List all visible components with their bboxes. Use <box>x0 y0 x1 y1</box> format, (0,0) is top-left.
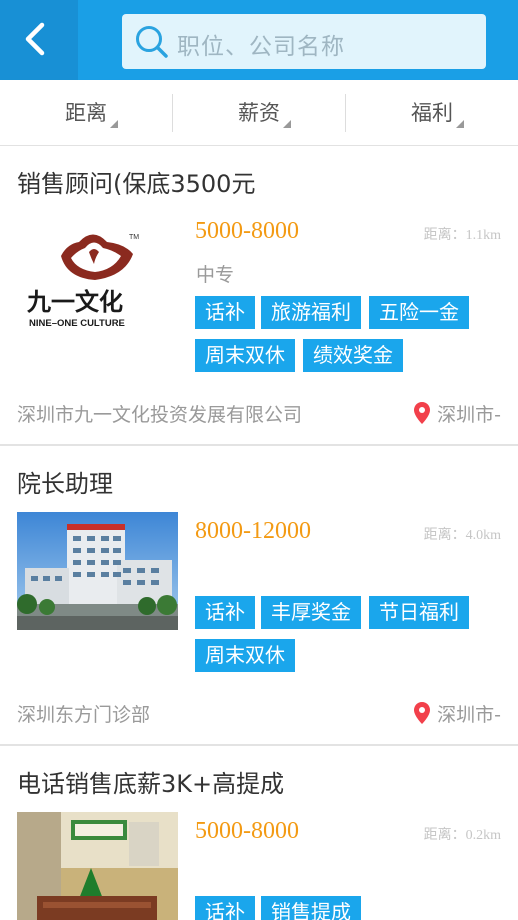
benefit-tag: 周末双休 <box>195 639 295 672</box>
benefit-tag: 节日福利 <box>369 596 469 629</box>
back-button[interactable] <box>0 0 78 80</box>
company-logo: TM 九一文化 NINE–ONE CULTURE <box>17 224 178 342</box>
location: 深圳市- <box>414 400 501 427</box>
company-photo <box>17 812 178 920</box>
job-listing[interactable]: 电话销售底薪3K+高提成 5000-8000 距离：0.2km 话补 销售提成 <box>0 746 518 920</box>
svg-text:九一文化: 九一文化 <box>26 288 123 316</box>
benefit-tag: 五险一金 <box>369 296 469 329</box>
svg-text:TM: TM <box>129 234 139 241</box>
dropdown-triangle-icon <box>110 120 118 128</box>
location-text: 深圳市- <box>437 704 501 726</box>
location-pin-icon <box>414 702 431 724</box>
location-text: 深圳市- <box>437 404 501 426</box>
filter-label: 福利 <box>411 101 453 125</box>
job-listing[interactable]: 院长助理 8000-12000 距离：4.0km 话补 丰厚奖金 节日福利 周末… <box>0 446 518 744</box>
back-arrow-icon <box>25 22 45 56</box>
dropdown-triangle-icon <box>456 120 464 128</box>
distance-label: 距离：1.1km <box>423 228 501 243</box>
job-title: 电话销售底薪3K+高提成 <box>17 770 285 798</box>
salary-range: 5000-8000 <box>195 818 299 844</box>
filter-bar: 距离 薪资 福利 <box>0 80 518 146</box>
job-title: 销售顾问(保底3500元 <box>17 170 256 198</box>
filter-salary[interactable]: 薪资 <box>173 80 345 146</box>
benefit-tag: 周末双休 <box>195 339 295 372</box>
filter-benefits[interactable]: 福利 <box>346 80 518 146</box>
benefit-tag: 旅游福利 <box>261 296 361 329</box>
search-placeholder: 职位、公司名称 <box>177 34 345 60</box>
location: 深圳市- <box>414 700 501 727</box>
filter-label: 薪资 <box>238 101 280 125</box>
job-listing[interactable]: 销售顾问(保底3500元 TM 九一文化 NINE–ONE CULTURE 50… <box>0 146 518 444</box>
search-input[interactable]: 职位、公司名称 <box>122 14 486 69</box>
benefit-tag: 丰厚奖金 <box>261 596 361 629</box>
location-pin-icon <box>414 402 431 424</box>
salary-range: 5000-8000 <box>195 218 299 244</box>
dropdown-triangle-icon <box>283 120 291 128</box>
jiuyi-culture-logo: TM 九一文化 NINE–ONE CULTURE <box>26 234 139 329</box>
top-bar: 职位、公司名称 <box>0 0 518 80</box>
search-icon <box>136 26 168 58</box>
education-requirement: 中专 <box>196 264 235 286</box>
job-title: 院长助理 <box>17 470 113 498</box>
distance-label: 距离：4.0km <box>423 528 501 543</box>
benefit-tag: 话补 <box>195 596 255 629</box>
salary-range: 8000-12000 <box>195 518 311 544</box>
svg-text:NINE–ONE CULTURE: NINE–ONE CULTURE <box>29 318 125 329</box>
distance-label: 距离：0.2km <box>423 828 501 843</box>
benefit-tag: 话补 <box>195 896 255 920</box>
benefit-tag: 销售提成 <box>261 896 361 920</box>
company-name: 深圳东方门诊部 <box>17 704 151 726</box>
hospital-building-image <box>17 512 178 630</box>
benefit-tag: 话补 <box>195 296 255 329</box>
office-interior-image <box>17 812 178 920</box>
benefit-tag: 绩效奖金 <box>303 339 403 372</box>
company-name: 深圳市九一文化投资发展有限公司 <box>17 404 303 426</box>
filter-label: 距离 <box>65 101 107 125</box>
filter-distance[interactable]: 距离 <box>0 80 172 146</box>
company-photo <box>17 512 178 630</box>
